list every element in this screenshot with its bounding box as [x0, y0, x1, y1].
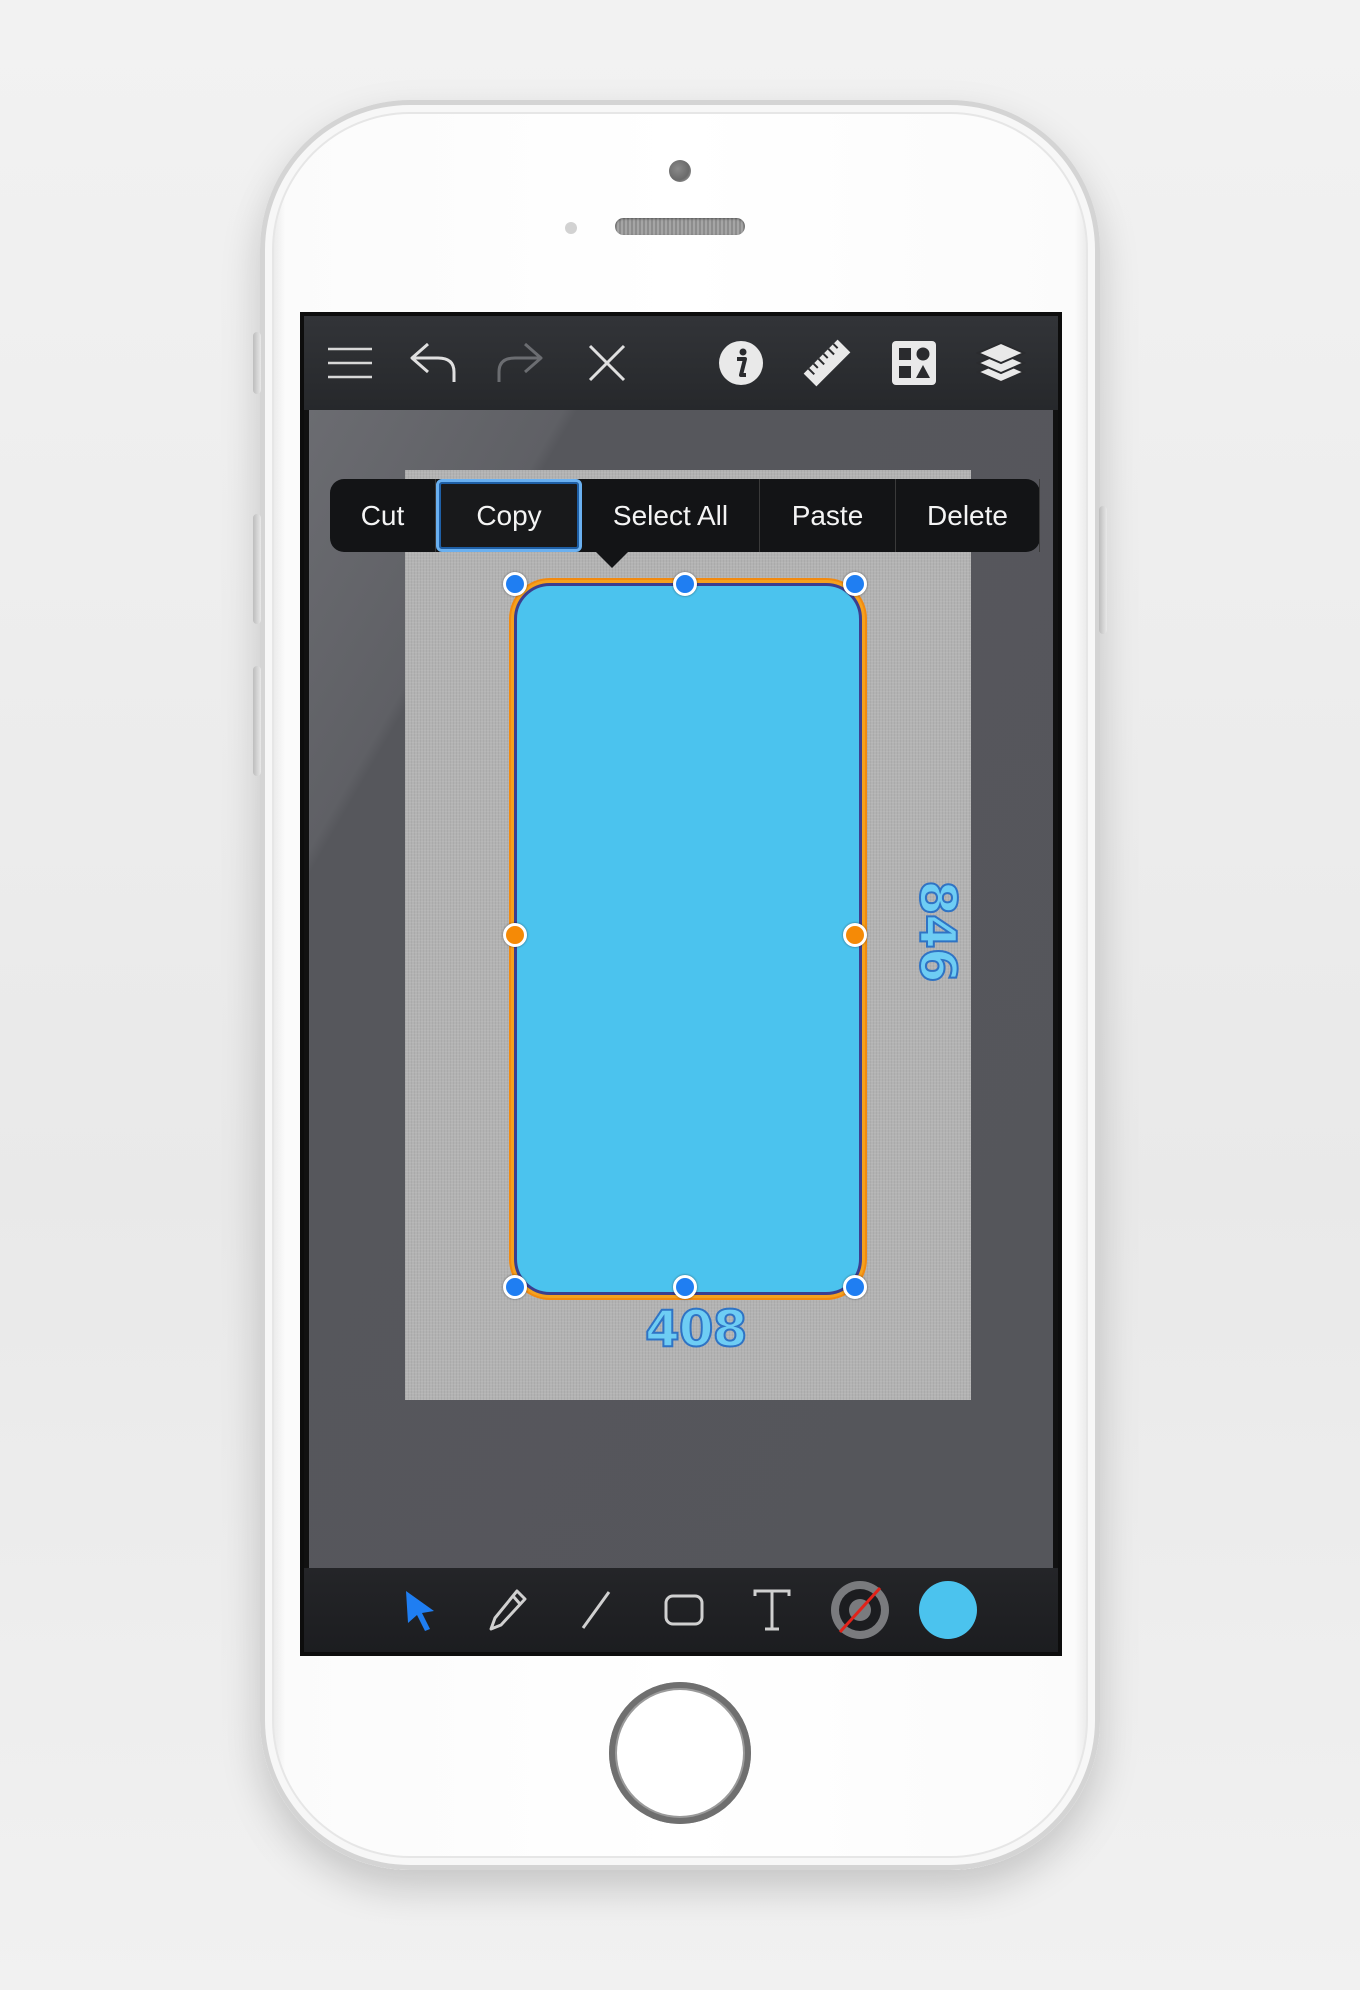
menu-icon	[328, 347, 372, 379]
ruler-button[interactable]	[798, 334, 856, 392]
text-icon	[753, 1589, 791, 1631]
resize-handle-top-right[interactable]	[843, 572, 867, 596]
info-button[interactable]	[712, 334, 770, 392]
stroke-color-button[interactable]	[830, 1580, 890, 1640]
width-dimension-label: 408	[644, 1299, 748, 1359]
redo-button[interactable]	[490, 334, 548, 392]
resize-handle-bottom-right[interactable]	[843, 1275, 867, 1299]
copy-menu-item[interactable]: Copy	[436, 479, 582, 552]
info-icon	[719, 341, 763, 385]
cut-menu-item[interactable]: Cut	[330, 479, 436, 552]
power-button	[1099, 506, 1107, 634]
menu-button[interactable]	[321, 334, 379, 392]
close-icon	[588, 344, 626, 382]
volume-up-button	[253, 514, 261, 624]
select-arrow-icon	[406, 1591, 434, 1631]
home-button[interactable]	[609, 1682, 751, 1824]
context-menu: Cut Copy Select All Paste Delete	[330, 479, 1040, 568]
shapes-library-button[interactable]	[885, 334, 943, 392]
app-screen: 408 846 Cut Copy Select All Paste Delete	[300, 312, 1062, 1656]
front-camera	[669, 160, 691, 182]
resize-handle-middle-left[interactable]	[503, 923, 527, 947]
rectangle-tool-button[interactable]	[654, 1580, 714, 1640]
select-tool-button[interactable]	[390, 1580, 450, 1640]
resize-handle-bottom-left[interactable]	[503, 1275, 527, 1299]
fill-color-icon	[919, 1581, 977, 1639]
resize-handle-top-left[interactable]	[503, 572, 527, 596]
drawing-paper[interactable]: 408 846	[405, 470, 971, 1400]
rounded-rectangle-icon	[664, 1594, 704, 1626]
undo-button[interactable]	[405, 334, 463, 392]
line-tool-button[interactable]	[566, 1580, 626, 1640]
stroke-color-icon	[831, 1581, 889, 1639]
top-toolbar	[304, 316, 1058, 410]
tool-bar	[304, 1568, 1058, 1652]
pencil-icon	[489, 1589, 527, 1631]
volume-down-button	[253, 666, 261, 776]
resize-handle-bottom-center[interactable]	[673, 1275, 697, 1299]
earpiece-speaker	[615, 218, 745, 235]
shapes-library-icon	[892, 341, 936, 385]
paste-menu-item[interactable]: Paste	[760, 479, 896, 552]
ruler-icon	[803, 339, 851, 387]
redo-icon	[497, 342, 543, 382]
layers-icon	[976, 341, 1026, 384]
undo-icon	[410, 342, 456, 382]
delete-menu-item[interactable]: Delete	[896, 479, 1040, 552]
text-tool-button[interactable]	[742, 1580, 802, 1640]
line-icon	[581, 1591, 611, 1629]
resize-handle-top-center[interactable]	[673, 572, 697, 596]
selected-rounded-rectangle[interactable]	[514, 583, 862, 1295]
close-button[interactable]	[578, 334, 636, 392]
layers-button[interactable]	[972, 334, 1030, 392]
resize-handle-middle-right[interactable]	[843, 923, 867, 947]
select-all-menu-item[interactable]: Select All	[582, 479, 760, 552]
proximity-sensor	[565, 222, 577, 234]
canvas-area[interactable]: 408 846 Cut Copy Select All Paste Delete	[309, 410, 1053, 1568]
mute-switch	[253, 332, 261, 394]
height-dimension-label: 846	[908, 879, 968, 982]
fill-color-button[interactable]	[918, 1580, 978, 1640]
context-menu-pointer	[596, 552, 628, 568]
pencil-tool-button[interactable]	[478, 1580, 538, 1640]
